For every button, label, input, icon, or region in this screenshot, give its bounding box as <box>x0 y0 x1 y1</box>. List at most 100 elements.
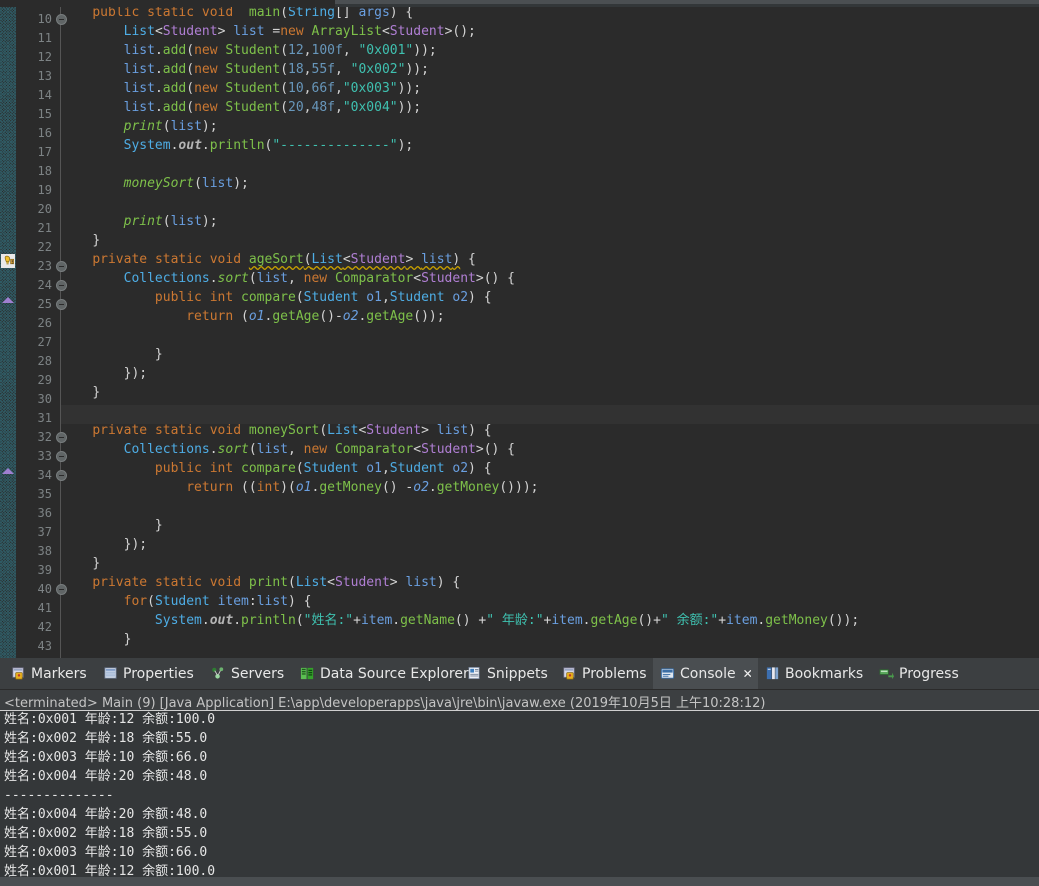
line-number: 13 <box>37 69 52 83</box>
bookmarks-icon <box>766 667 779 680</box>
code-line[interactable]: } <box>61 231 100 250</box>
code-line[interactable]: Collections.sort(list, new Comparator<St… <box>61 440 515 459</box>
line-number: 27 <box>37 335 52 349</box>
console-output[interactable]: 姓名:0x001 年龄:12 余额:100.0 姓名:0x002 年龄:18 余额… <box>0 711 1039 879</box>
tab-problems[interactable]: Problems <box>555 658 653 689</box>
code-text-area[interactable]: public static void main(String[] args) {… <box>61 7 1039 658</box>
code-line[interactable]: private static void moneySort(List<Stude… <box>61 421 491 440</box>
tab-label: Servers <box>231 665 285 682</box>
tab-label: Properties <box>123 665 194 682</box>
bottom-view-panel: Markers Properties Servers Data Source Expl… <box>0 658 1039 886</box>
problems-icon <box>563 667 575 680</box>
line-number: 35 <box>37 487 52 501</box>
code-line[interactable]: Collections.sort(list, new Comparator<St… <box>61 269 515 288</box>
code-line[interactable]: list.add(new Student(20,48f,"0x004")); <box>61 98 421 117</box>
tab-bookmarks[interactable]: Bookmarks <box>758 658 872 689</box>
line-number: 10 <box>37 12 52 26</box>
line-number: 32 <box>37 430 52 444</box>
warning-lightbulb-icon[interactable] <box>1 254 15 268</box>
tab-label: Console <box>680 665 736 682</box>
line-number: 33 <box>37 449 52 463</box>
eclipse-ide-window: public static void main(String[] args) {… <box>0 0 1039 886</box>
line-number: 19 <box>37 183 52 197</box>
line-number: 34 <box>37 468 52 482</box>
code-line[interactable]: List<Student> list =new ArrayList<Studen… <box>61 22 476 41</box>
code-line[interactable]: } <box>61 516 163 535</box>
console-line: 姓名:0x002 年龄:18 余额:55.0 <box>4 826 208 841</box>
tab-label: Progress <box>899 665 959 682</box>
progress-icon <box>879 669 894 680</box>
tab-markers[interactable]: Markers <box>4 658 92 689</box>
line-number: 26 <box>37 316 52 330</box>
launch-status-text: <terminated> Main (9) [Java Application]… <box>4 696 766 711</box>
line-number: 28 <box>37 354 52 368</box>
tab-label: Bookmarks <box>785 665 864 682</box>
line-number: 31 <box>37 411 52 425</box>
console-line: 姓名:0x001 年龄:12 余额:100.0 <box>4 712 216 727</box>
code-line[interactable]: print(list); <box>61 117 218 136</box>
override-triangle-icon[interactable] <box>2 468 14 474</box>
line-number: 21 <box>37 221 52 235</box>
code-line[interactable]: private static void ageSort(List<Student… <box>61 250 476 269</box>
code-line[interactable]: }); <box>61 364 147 383</box>
properties-icon <box>104 667 117 679</box>
line-number: 20 <box>37 202 52 216</box>
code-line[interactable]: private static void print(List<Student> … <box>61 573 460 592</box>
tab-label: Snippets <box>487 665 548 682</box>
toolbar-sliver <box>0 0 1039 7</box>
line-number: 38 <box>37 544 52 558</box>
line-number: 30 <box>37 392 52 406</box>
code-line[interactable]: print(list); <box>61 212 218 231</box>
gutter-marker-icons[interactable] <box>0 7 16 658</box>
code-line[interactable]: for(Student item:list) { <box>61 592 312 611</box>
override-triangle-icon[interactable] <box>2 297 14 303</box>
tab-snippets[interactable]: Snippets <box>460 658 555 689</box>
tab-label: Data Source Explorer <box>320 665 469 682</box>
code-line[interactable]: } <box>61 345 163 364</box>
code-line[interactable]: System.out.println("--------------"); <box>61 136 414 155</box>
line-number: 40 <box>37 582 52 596</box>
code-editor[interactable]: public static void main(String[] args) {… <box>0 7 1039 658</box>
tab-console[interactable]: Console <box>653 658 758 689</box>
code-line[interactable]: }); <box>61 535 147 554</box>
code-line[interactable]: } <box>61 554 100 573</box>
tab-properties[interactable]: Properties <box>96 658 204 689</box>
code-line[interactable]: public int compare(Student o1,Student o2… <box>61 459 492 478</box>
line-number: 22 <box>37 240 52 254</box>
code-line[interactable]: } <box>61 630 132 649</box>
code-line[interactable]: return ((int)(o1.getMoney() -o2.getMoney… <box>61 478 538 497</box>
code-line[interactable]: list.add(new Student(10,66f,"0x003")); <box>61 79 421 98</box>
line-number: 39 <box>37 563 52 577</box>
code-line[interactable]: return (o1.getAge()-o2.getAge()); <box>61 307 444 326</box>
console-line: 姓名:0x003 年龄:10 余额:66.0 <box>4 845 208 860</box>
line-number: 24 <box>37 278 52 292</box>
line-number: 43 <box>37 639 52 653</box>
code-line[interactable]: System.out.println("姓名:"+item.getName() … <box>61 611 859 630</box>
snippets-icon <box>468 667 480 680</box>
markers-icon <box>12 667 24 680</box>
console-icon <box>660 668 675 679</box>
line-number: 17 <box>37 145 52 159</box>
code-line[interactable]: } <box>61 383 100 402</box>
tab-progress[interactable]: Progress <box>872 658 967 689</box>
code-line[interactable]: public int compare(Student o1,Student o2… <box>61 288 492 307</box>
status-bar <box>0 877 1039 886</box>
database-icon <box>300 667 314 680</box>
code-line[interactable]: moneySort(list); <box>61 174 249 193</box>
servers-icon <box>212 667 224 679</box>
tab-servers[interactable]: Servers <box>204 658 293 689</box>
line-number: 23 <box>37 259 52 273</box>
line-number: 16 <box>37 126 52 140</box>
line-number: 41 <box>37 601 52 615</box>
view-tab-bar[interactable]: Markers Properties Servers Data Source Expl… <box>0 658 1039 689</box>
tab-data-source-explorer[interactable]: Data Source Explorer <box>293 658 469 689</box>
console-line: 姓名:0x003 年龄:10 余额:66.0 <box>4 750 208 765</box>
line-number: 42 <box>37 620 52 634</box>
line-number: 29 <box>37 373 52 387</box>
line-number: 37 <box>37 525 52 539</box>
code-line[interactable]: list.add(new Student(12,100f, "0x001")); <box>61 41 437 60</box>
close-icon[interactable] <box>743 668 751 679</box>
line-number: 11 <box>37 31 52 45</box>
code-line[interactable]: public static void main(String[] args) { <box>61 7 413 22</box>
code-line[interactable]: list.add(new Student(18,55f, "0x002")); <box>61 60 429 79</box>
